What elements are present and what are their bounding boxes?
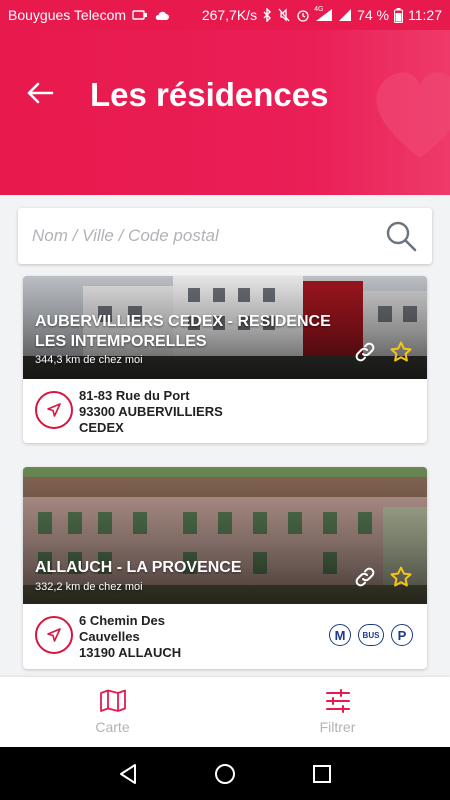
network-type: 4G <box>314 6 324 13</box>
filter-button[interactable]: Filtrer <box>225 677 450 747</box>
back-button[interactable] <box>22 75 58 111</box>
alarm-icon <box>296 8 310 22</box>
system-nav-bar <box>0 747 450 800</box>
carrier-label: Bouygues Telecom <box>8 7 127 23</box>
address-line: 13190 ALLAUCH <box>79 645 182 660</box>
residence-photo: ALLAUCH - LA PROVENCE 332,2 km de chez m… <box>23 467 427 604</box>
residence-title: AUBERVILLIERS CEDEX - RESIDENCE LES INTE… <box>35 313 331 350</box>
search-input[interactable] <box>32 226 384 246</box>
address-line: 81-83 Rue du Port <box>79 388 190 403</box>
clock: 11:27 <box>408 7 442 23</box>
signal-icon <box>338 8 352 22</box>
square-recents-icon <box>312 764 331 783</box>
system-back-button[interactable] <box>114 760 142 788</box>
heart-decoration-icon <box>376 72 450 158</box>
residence-distance: 332,2 km de chez moi <box>35 581 143 593</box>
directions-button[interactable] <box>35 391 73 429</box>
map-button[interactable]: Carte <box>0 677 225 747</box>
battery-icon <box>394 7 403 23</box>
star-icon[interactable] <box>389 340 413 364</box>
search-bar <box>18 208 432 264</box>
address-line: 93300 AUBERVILLIERS <box>79 404 223 419</box>
filter-sliders-icon <box>325 689 350 713</box>
mute-icon <box>277 8 291 22</box>
residence-address: 81-83 Rue du Port 93300 AUBERVILLIERS CE… <box>79 388 223 436</box>
battery-level: 74 % <box>357 7 389 23</box>
system-recents-button[interactable] <box>308 760 336 788</box>
residence-photo: AUBERVILLIERS CEDEX - RESIDENCE LES INTE… <box>23 276 427 379</box>
residence-title: ALLAUCH - LA PROVENCE <box>35 559 242 576</box>
address-line: 6 Chemin Des <box>79 613 165 628</box>
signal-4g-icon: 4G <box>314 6 333 22</box>
triangle-back-icon <box>120 763 137 784</box>
directions-button[interactable] <box>35 616 73 654</box>
app-header: Les résidences <box>0 30 450 195</box>
filter-label: Filtrer <box>319 719 356 735</box>
arrow-left-icon <box>27 82 54 104</box>
status-bar: Bouygues Telecom 267,7K/s 4G 74 % 11:27 <box>0 0 450 30</box>
map-label: Carte <box>95 719 130 735</box>
cloud-icon <box>154 10 170 21</box>
link-icon[interactable] <box>353 340 377 364</box>
address-line: Cauvelles <box>79 629 140 644</box>
bottom-action-bar: Carte Filtrer <box>0 677 450 747</box>
residence-address: 6 Chemin Des Cauvelles 13190 ALLAUCH <box>79 613 181 661</box>
page-title: Les résidences <box>90 76 329 113</box>
map-icon <box>99 689 126 712</box>
link-icon[interactable] <box>353 565 377 589</box>
address-line: CEDEX <box>79 420 124 435</box>
transport-options: M BUS P <box>329 624 413 646</box>
bluetooth-icon <box>262 8 272 22</box>
notification-icon <box>132 9 148 21</box>
bus-icon: BUS <box>358 624 384 646</box>
residence-distance: 344,3 km de chez moi <box>35 354 143 366</box>
search-icon[interactable] <box>384 219 418 253</box>
network-speed: 267,7K/s <box>201 7 258 23</box>
navigation-arrow-icon <box>47 628 61 642</box>
navigation-arrow-icon <box>47 403 61 417</box>
system-home-button[interactable] <box>211 760 239 788</box>
metro-icon: M <box>329 624 351 646</box>
star-icon[interactable] <box>389 565 413 589</box>
parking-icon: P <box>391 624 413 646</box>
residence-card[interactable]: AUBERVILLIERS CEDEX - RESIDENCE LES INTE… <box>23 276 427 443</box>
circle-home-icon <box>214 763 235 784</box>
residence-card[interactable]: ALLAUCH - LA PROVENCE 332,2 km de chez m… <box>23 467 427 669</box>
